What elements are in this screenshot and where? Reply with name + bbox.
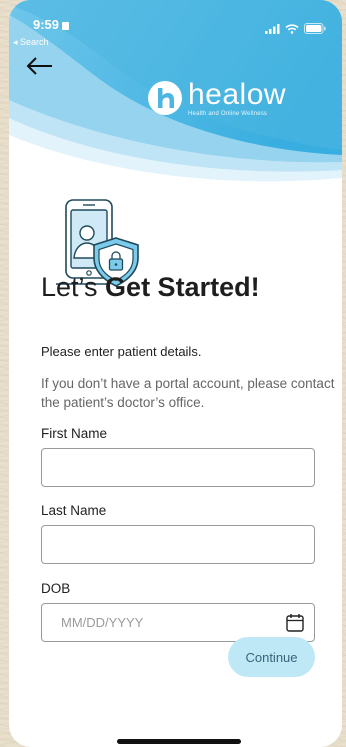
- time-text: 9:59: [33, 17, 60, 32]
- continue-button[interactable]: Continue: [228, 637, 315, 677]
- back-to-app-link[interactable]: ◂ Search: [13, 37, 49, 48]
- last-name-label: Last Name: [41, 503, 107, 518]
- battery-icon: [304, 23, 326, 34]
- healow-logo-icon: [148, 81, 182, 115]
- brand-logo: healow Health and Online Wellness: [147, 80, 286, 117]
- info-text: If you don’t have a portal account, plea…: [41, 376, 335, 410]
- first-name-field[interactable]: [41, 448, 315, 487]
- phone-screen: 9:59 ◂ Search healow Health and Online W…: [9, 0, 342, 747]
- calendar-icon[interactable]: [286, 613, 304, 632]
- dob-input[interactable]: [42, 604, 314, 641]
- first-name-input[interactable]: [42, 449, 314, 486]
- status-bar: 9:59 ◂ Search: [9, 0, 342, 47]
- home-indicator: [117, 739, 241, 744]
- cellular-signal-icon: [265, 23, 280, 34]
- title-light: Let’s: [41, 272, 106, 302]
- brand-text: healow Health and Online Wellness: [188, 78, 287, 118]
- screen-lock-icon: [62, 22, 70, 30]
- page-title: Let’s Get Started!: [41, 272, 260, 303]
- last-name-input[interactable]: [42, 526, 314, 563]
- status-time: 9:59: [33, 17, 70, 32]
- subtitle: Please enter patient details.: [41, 344, 202, 359]
- last-name-field[interactable]: [41, 525, 315, 564]
- wifi-icon: [285, 23, 299, 34]
- dob-label: DOB: [41, 581, 71, 596]
- status-icons: [265, 23, 326, 34]
- first-name-label: First Name: [41, 426, 108, 441]
- arrow-left-icon[interactable]: [26, 56, 54, 76]
- title-bold: Get Started!: [105, 272, 260, 302]
- brand-name: healow: [188, 78, 287, 111]
- brand-tagline: Health and Online Wellness: [188, 111, 268, 117]
